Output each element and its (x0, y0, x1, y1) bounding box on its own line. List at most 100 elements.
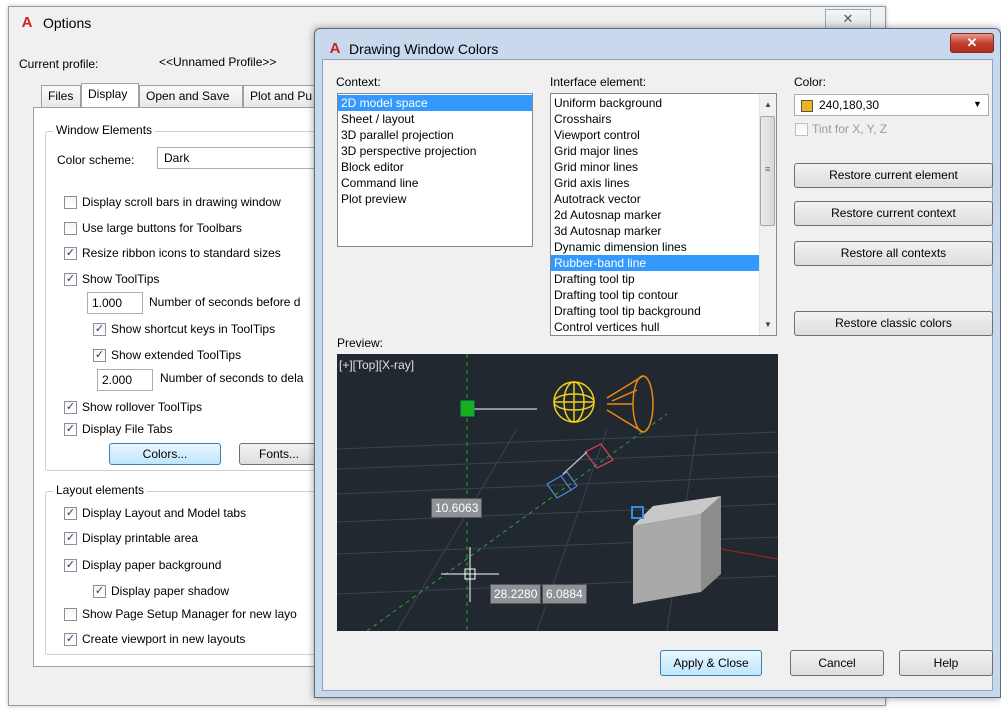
dwc-close-button[interactable]: ✕ (950, 33, 994, 53)
color-label: Color: (794, 75, 827, 89)
context-list[interactable]: 2D model space Sheet / layout 3D paralle… (337, 93, 533, 247)
restore-all-contexts-button[interactable]: Restore all contexts (794, 241, 993, 266)
window-elements-title: Window Elements (53, 123, 156, 137)
preview-label: Preview: (337, 336, 384, 350)
tab-open-and-save[interactable]: Open and Save (139, 85, 243, 107)
restore-current-context-button[interactable]: Restore current context (794, 201, 993, 226)
interface-item[interactable]: Drafting tool tip background (551, 303, 759, 319)
tint-label: Tint for X, Y, Z (812, 122, 888, 136)
tab-display[interactable]: Display (81, 83, 139, 108)
options-title: Options (43, 15, 92, 31)
interface-item[interactable]: Grid axis lines (551, 175, 759, 191)
wire-cone (606, 375, 654, 433)
context-item[interactable]: Block editor (338, 159, 532, 175)
show-shortcut-keys-checkbox[interactable]: ✓ (93, 323, 106, 336)
context-item[interactable]: 2D model space (338, 95, 532, 111)
chevron-down-icon: ▼ (973, 99, 982, 109)
context-item[interactable]: 3D parallel projection (338, 127, 532, 143)
dimension-input-b: 28.2280 (490, 584, 542, 604)
fonts-button[interactable]: Fonts... (239, 443, 319, 465)
restore-classic-colors-button[interactable]: Restore classic colors (794, 311, 993, 336)
color-swatch (801, 100, 813, 112)
dimension-input-a: 10.6063 (431, 498, 483, 518)
interface-item[interactable]: Viewport control (551, 127, 759, 143)
tooltip-delay-input[interactable]: 1.000 (87, 292, 143, 314)
context-item[interactable]: Sheet / layout (338, 111, 532, 127)
colors-button[interactable]: Colors... (109, 443, 221, 465)
interface-item[interactable]: Autotrack vector (551, 191, 759, 207)
interface-item[interactable]: Dynamic dimension lines (551, 239, 759, 255)
show-rollover-checkbox[interactable]: ✓ (64, 401, 77, 414)
context-item[interactable]: Command line (338, 175, 532, 191)
wire-boxes (546, 443, 614, 499)
create-viewport-checkbox[interactable]: ✓ (64, 633, 77, 646)
scroll-up-arrow-icon[interactable]: ▲ (764, 100, 772, 109)
display-scroll-bars-checkbox[interactable] (64, 196, 77, 209)
grip-marker-icon (631, 506, 644, 519)
interface-element-label: Interface element: (550, 75, 647, 89)
help-button[interactable]: Help (899, 650, 993, 676)
extended-delay-input[interactable]: 2.000 (97, 369, 153, 391)
viewport-controls-label[interactable]: [+][Top][X-ray] (339, 358, 414, 372)
preview-viewport: [+][Top][X-ray] 10.6063 28.2280 6.0884 (337, 354, 778, 631)
create-viewport-label: Create viewport in new layouts (82, 632, 246, 646)
solid-cube (633, 496, 721, 604)
display-file-tabs-checkbox[interactable]: ✓ (64, 423, 77, 436)
display-scroll-bars-label: Display scroll bars in drawing window (82, 195, 281, 209)
show-tooltips-checkbox[interactable]: ✓ (64, 273, 77, 286)
interface-item[interactable]: Crosshairs (551, 111, 759, 127)
apply-close-button[interactable]: Apply & Close (660, 650, 762, 676)
show-page-setup-checkbox[interactable] (64, 608, 77, 621)
dwc-body: Context: 2D model space Sheet / layout 3… (322, 59, 993, 691)
interface-item[interactable]: Drafting tool tip contour (551, 287, 759, 303)
options-close-button[interactable]: ✕ (825, 9, 871, 29)
show-shortcut-keys-label: Show shortcut keys in ToolTips (111, 322, 276, 336)
interface-list-scrollbar[interactable]: ▲ ≡ ▼ (759, 94, 776, 335)
interface-item[interactable]: Grid major lines (551, 143, 759, 159)
drawing-window-colors-dialog: A Drawing Window Colors ✕ Context: 2D mo… (314, 28, 1001, 698)
resize-ribbon-checkbox[interactable]: ✓ (64, 247, 77, 260)
interface-item[interactable]: 2d Autosnap marker (551, 207, 759, 223)
interface-item[interactable]: 3d Autosnap marker (551, 223, 759, 239)
context-label: Context: (336, 75, 381, 89)
display-paper-shadow-label: Display paper shadow (111, 584, 230, 598)
interface-item[interactable]: Control vertices hull (551, 319, 759, 335)
wire-sphere (553, 381, 595, 423)
current-profile-value: <<Unnamed Profile>> (159, 55, 277, 69)
context-item[interactable]: Plot preview (338, 191, 532, 207)
display-layout-tabs-checkbox[interactable]: ✓ (64, 507, 77, 520)
context-item[interactable]: 3D perspective projection (338, 143, 532, 159)
display-paper-bg-checkbox[interactable]: ✓ (64, 559, 77, 572)
interface-item[interactable]: Uniform background (551, 95, 759, 111)
restore-current-element-button[interactable]: Restore current element (794, 163, 993, 188)
show-extended-tooltips-label: Show extended ToolTips (111, 348, 242, 362)
current-profile-label: Current profile: (19, 57, 99, 71)
resize-ribbon-label: Resize ribbon icons to standard sizes (82, 246, 281, 260)
layout-elements-title: Layout elements (53, 483, 148, 497)
tab-files[interactable]: Files (41, 85, 81, 107)
interface-item[interactable]: Rubber-band line (551, 255, 759, 271)
extended-delay-label: Number of seconds to dela (160, 371, 304, 385)
x-axis-line (720, 548, 778, 560)
display-printable-checkbox[interactable]: ✓ (64, 532, 77, 545)
tooltip-delay-label: Number of seconds before d (149, 295, 301, 309)
interface-item[interactable]: Drafting tool tip (551, 271, 759, 287)
interface-item[interactable]: Grid minor lines (551, 159, 759, 175)
display-paper-shadow-checkbox[interactable]: ✓ (93, 585, 106, 598)
scroll-down-arrow-icon[interactable]: ▼ (764, 320, 772, 329)
dwc-title: Drawing Window Colors (349, 41, 499, 57)
color-scheme-select[interactable]: Dark (157, 147, 327, 169)
scroll-grip-icon: ≡ (765, 164, 771, 174)
show-extended-tooltips-checkbox[interactable]: ✓ (93, 349, 106, 362)
color-value: 240,180,30 (819, 98, 880, 112)
autocad-logo-icon: A (21, 14, 33, 31)
interface-element-list[interactable]: Uniform background Crosshairs Viewport c… (550, 93, 777, 336)
large-buttons-checkbox[interactable] (64, 222, 77, 235)
tab-plot-and-publish[interactable]: Plot and Pu (243, 85, 319, 107)
display-file-tabs-label: Display File Tabs (82, 422, 173, 436)
color-select[interactable]: 240,180,30 ▼ (794, 94, 989, 116)
cancel-button[interactable]: Cancel (790, 650, 884, 676)
show-tooltips-label: Show ToolTips (82, 272, 160, 286)
tint-checkbox[interactable] (795, 123, 808, 136)
display-paper-bg-label: Display paper background (82, 558, 222, 572)
